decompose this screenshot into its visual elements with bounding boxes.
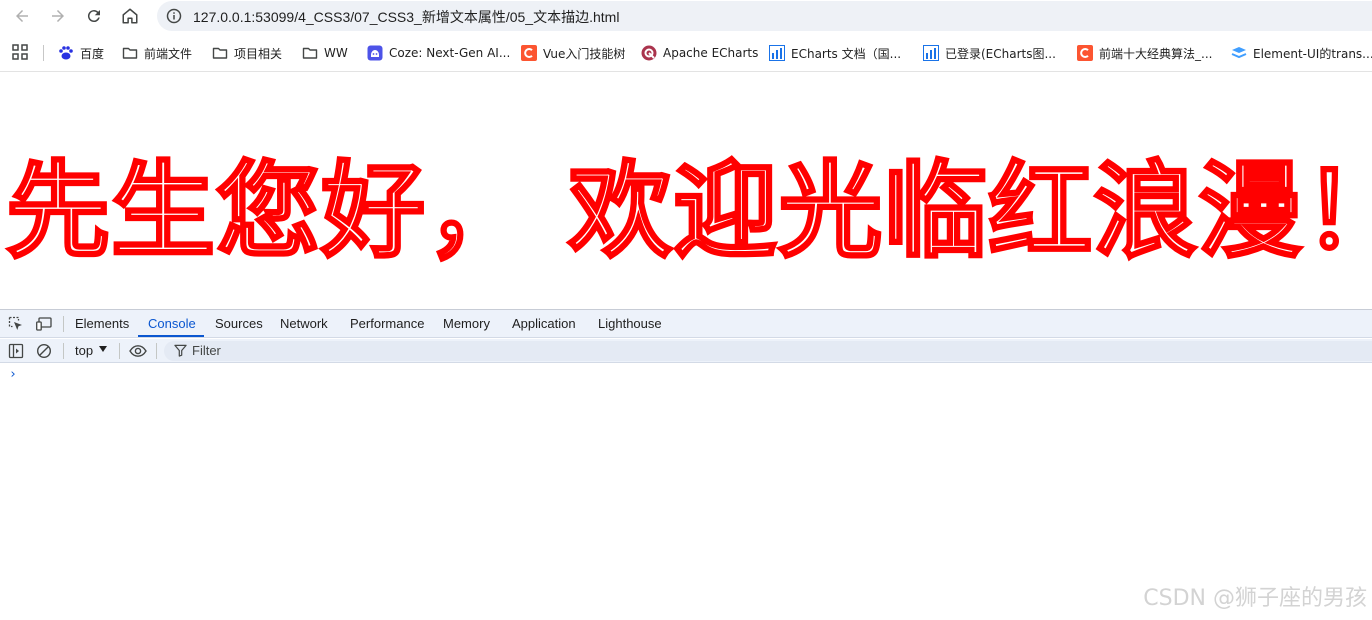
bookmark-label: WW [324, 46, 348, 60]
tab-console[interactable]: Console [148, 316, 196, 331]
bookmark-label: 百度 [80, 46, 105, 61]
tab-sources[interactable]: Sources [215, 316, 263, 331]
address-bar[interactable]: 127.0.0.1:53099/4_CSS3/07_CSS3_新增文本属性/05… [157, 1, 1372, 31]
forward-arrow-icon[interactable] [46, 4, 70, 28]
bookmark-sorting-algorithms[interactable]: 前端十大经典算法_... [1077, 42, 1212, 64]
device-toolbar-icon[interactable] [36, 316, 52, 332]
home-icon[interactable] [118, 4, 142, 28]
bookmark-label: 项目相关 [234, 46, 283, 61]
back-arrow-icon[interactable] [10, 4, 34, 28]
element-icon [1231, 45, 1247, 61]
bookmark-echarts-logged-in[interactable]: 已登录(ECharts图... [923, 42, 1056, 64]
browser-toolbar: 127.0.0.1:53099/4_CSS3/07_CSS3_新增文本属性/05… [0, 0, 1372, 32]
bookmark-vue-skill-tree[interactable]: Vue入门技能树 [521, 42, 625, 64]
tab-elements[interactable]: Elements [75, 316, 129, 331]
bookmark-label: Vue入门技能树 [543, 46, 626, 61]
bookmark-apache-echarts[interactable]: Apache ECharts [641, 42, 758, 64]
bookmark-coze[interactable]: Coze: Next-Gen AI... [367, 42, 510, 64]
tab-memory[interactable]: Memory [443, 316, 490, 331]
devtools-separator [119, 343, 120, 359]
bookmarks-separator [43, 45, 44, 61]
sidebar-toggle-icon[interactable] [8, 343, 24, 359]
baidu-paw-icon [58, 45, 74, 61]
folder-icon [212, 45, 228, 61]
devtools-tab-bar: Elements Console Sources Network Perform… [0, 310, 1372, 338]
bookmark-label: Coze: Next-Gen AI... [389, 46, 511, 60]
inspect-element-icon[interactable] [8, 316, 24, 332]
live-expression-eye-icon[interactable] [129, 343, 147, 359]
devtools-separator [63, 316, 64, 332]
bookmark-label: 前端十大经典算法_... [1099, 46, 1213, 61]
devtools-panel: Elements Console Sources Network Perform… [0, 309, 1372, 620]
bookmark-folder-projects[interactable]: 项目相关 [212, 42, 282, 64]
folder-icon [122, 45, 138, 61]
filter-funnel-icon [174, 344, 187, 357]
bookmark-label: 已登录(ECharts图... [945, 46, 1056, 61]
stroked-headline: 先生您好， 欢迎光临红浪漫！ [4, 150, 1372, 272]
tab-application[interactable]: Application [512, 316, 576, 331]
apps-grid-icon[interactable] [12, 44, 28, 60]
bookmarks-bar: 百度 前端文件 项目相关 WW Coze: Next-Gen AI... Vue… [0, 36, 1372, 69]
chevron-down-icon[interactable] [99, 346, 107, 352]
console-filter-input[interactable]: Filter [164, 341, 1372, 361]
bookmark-label: Apache ECharts [663, 46, 759, 60]
bookmark-baidu[interactable]: 百度 [58, 42, 104, 64]
filter-placeholder: Filter [192, 343, 221, 358]
folder-icon [302, 45, 318, 61]
toolbar-divider [0, 71, 1372, 72]
reload-icon[interactable] [82, 4, 106, 28]
bookmark-folder-frontend[interactable]: 前端文件 [122, 42, 192, 64]
bookmark-label: Element-UI的trans... [1253, 46, 1372, 61]
coze-icon [367, 45, 383, 61]
tab-network[interactable]: Network [280, 316, 328, 331]
devtools-separator [156, 343, 157, 359]
chart-bar-icon [769, 45, 785, 61]
console-prompt[interactable]: › [9, 367, 17, 382]
site-info-icon[interactable] [166, 8, 182, 24]
clear-console-icon[interactable] [36, 343, 52, 359]
devtools-separator [63, 343, 64, 359]
chart-bar-icon [923, 45, 939, 61]
context-selector[interactable]: top [75, 343, 93, 358]
bookmark-folder-ww[interactable]: WW [302, 42, 348, 64]
echarts-icon [641, 45, 657, 61]
bookmark-label: ECharts 文档（国... [791, 46, 902, 61]
url-text[interactable]: 127.0.0.1:53099/4_CSS3/07_CSS3_新增文本属性/05… [193, 7, 619, 27]
bookmark-label: 前端文件 [144, 46, 193, 61]
console-toolbar: top Filter [0, 339, 1372, 363]
bookmark-echarts-docs[interactable]: ECharts 文档（国... [769, 42, 901, 64]
csdn-c-icon [1077, 45, 1093, 61]
csdn-c-icon [521, 45, 537, 61]
tab-performance[interactable]: Performance [350, 316, 424, 331]
tab-lighthouse[interactable]: Lighthouse [598, 316, 662, 331]
csdn-watermark: CSDN @狮子座的男孩 [1143, 586, 1367, 611]
bookmark-element-ui[interactable]: Element-UI的trans... [1231, 42, 1372, 64]
active-tab-indicator [138, 335, 204, 337]
